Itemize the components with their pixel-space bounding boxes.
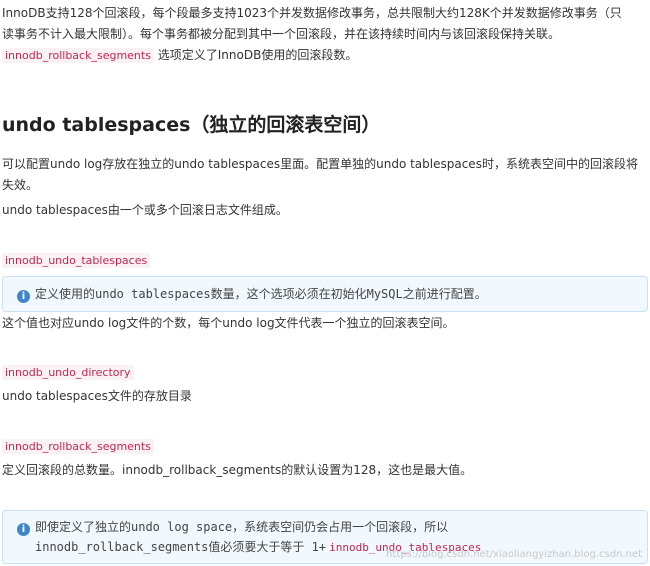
option-undo-tablespaces-desc-block: 这个值也对应undo log文件的个数，每个undo log文件代表一个独立的回… xyxy=(2,313,646,334)
option-code-rollback-segments: innodb_rollback_segments xyxy=(2,439,154,454)
intro-line-3: innodb_rollback_segments 选项定义了InnoDB使用的回… xyxy=(2,45,646,66)
info-note-text: 定义使用的undo tablespaces数量，这个选项必须在初始化MySQL之… xyxy=(35,287,487,301)
info-icon: i xyxy=(17,523,30,536)
info-icon: i xyxy=(17,290,30,303)
option-code-undo-directory: innodb_undo_directory xyxy=(2,365,134,380)
intro-paragraph: InnoDB支持128个回滚段，每个段最多支持1023个并发数据修改事务，总共限… xyxy=(2,3,646,66)
option-code-undo-tablespaces: innodb_undo_tablespaces xyxy=(2,253,151,268)
watermark: https://blog.csdn.net/xiaoliangyizhan.bl… xyxy=(386,549,642,560)
intro-line-3-text: 选项定义了InnoDB使用的回滚段数。 xyxy=(153,48,358,62)
section-title: undo tablespaces（独立的回滚表空间） xyxy=(2,114,381,136)
para-undo-files: undo tablespaces由一个或多个回滚日志文件组成。 xyxy=(2,200,646,221)
para-undo-tablespaces: 可以配置undo log存放在独立的undo tablespaces里面。配置单… xyxy=(2,154,646,196)
option-undo-directory-desc-block: undo tablespaces文件的存放目录 xyxy=(2,386,646,407)
section-heading-block: undo tablespaces（独立的回滚表空间） xyxy=(2,112,646,138)
inline-code-rollback-segments: innodb_rollback_segments xyxy=(2,48,154,63)
para1-line-2: 失效。 xyxy=(2,178,39,192)
option-rollback-segments: innodb_rollback_segments xyxy=(2,436,646,457)
option-undo-directory: innodb_undo_directory xyxy=(2,362,646,383)
option-rollback-segments-desc: 定义回滚段的总数量。innodb_rollback_segments的默认设置为… xyxy=(2,463,473,477)
para1-line-1: 可以配置undo log存放在独立的undo tablespaces里面。配置单… xyxy=(2,157,638,171)
option-undo-tablespaces-desc: 这个值也对应undo log文件的个数，每个undo log文件代表一个独立的回… xyxy=(2,316,455,330)
intro-line-1: InnoDB支持128个回滚段，每个段最多支持1023个并发数据修改事务，总共限… xyxy=(2,6,622,20)
intro-line-2: 读事务不计入最大限制）。每个事务都被分配到其中一个回滚段，并在该持续时间内与该回… xyxy=(2,27,561,41)
option-undo-tablespaces: innodb_undo_tablespaces xyxy=(2,250,646,271)
para2-text: undo tablespaces由一个或多个回滚日志文件组成。 xyxy=(2,203,288,217)
final-note-line-1: 即使定义了独立的undo log space，系统表空间仍会占用一个回滚段，所以 xyxy=(35,520,449,534)
option-undo-directory-desc: undo tablespaces文件的存放目录 xyxy=(2,389,192,403)
option-rollback-segments-desc-block: 定义回滚段的总数量。innodb_rollback_segments的默认设置为… xyxy=(2,460,646,481)
final-note-line-2: innodb_rollback_segments值必须要大于等于 1+ xyxy=(35,540,327,554)
info-note-undo-tablespaces: i 定义使用的undo tablespaces数量，这个选项必须在初始化MySQL… xyxy=(2,276,648,312)
